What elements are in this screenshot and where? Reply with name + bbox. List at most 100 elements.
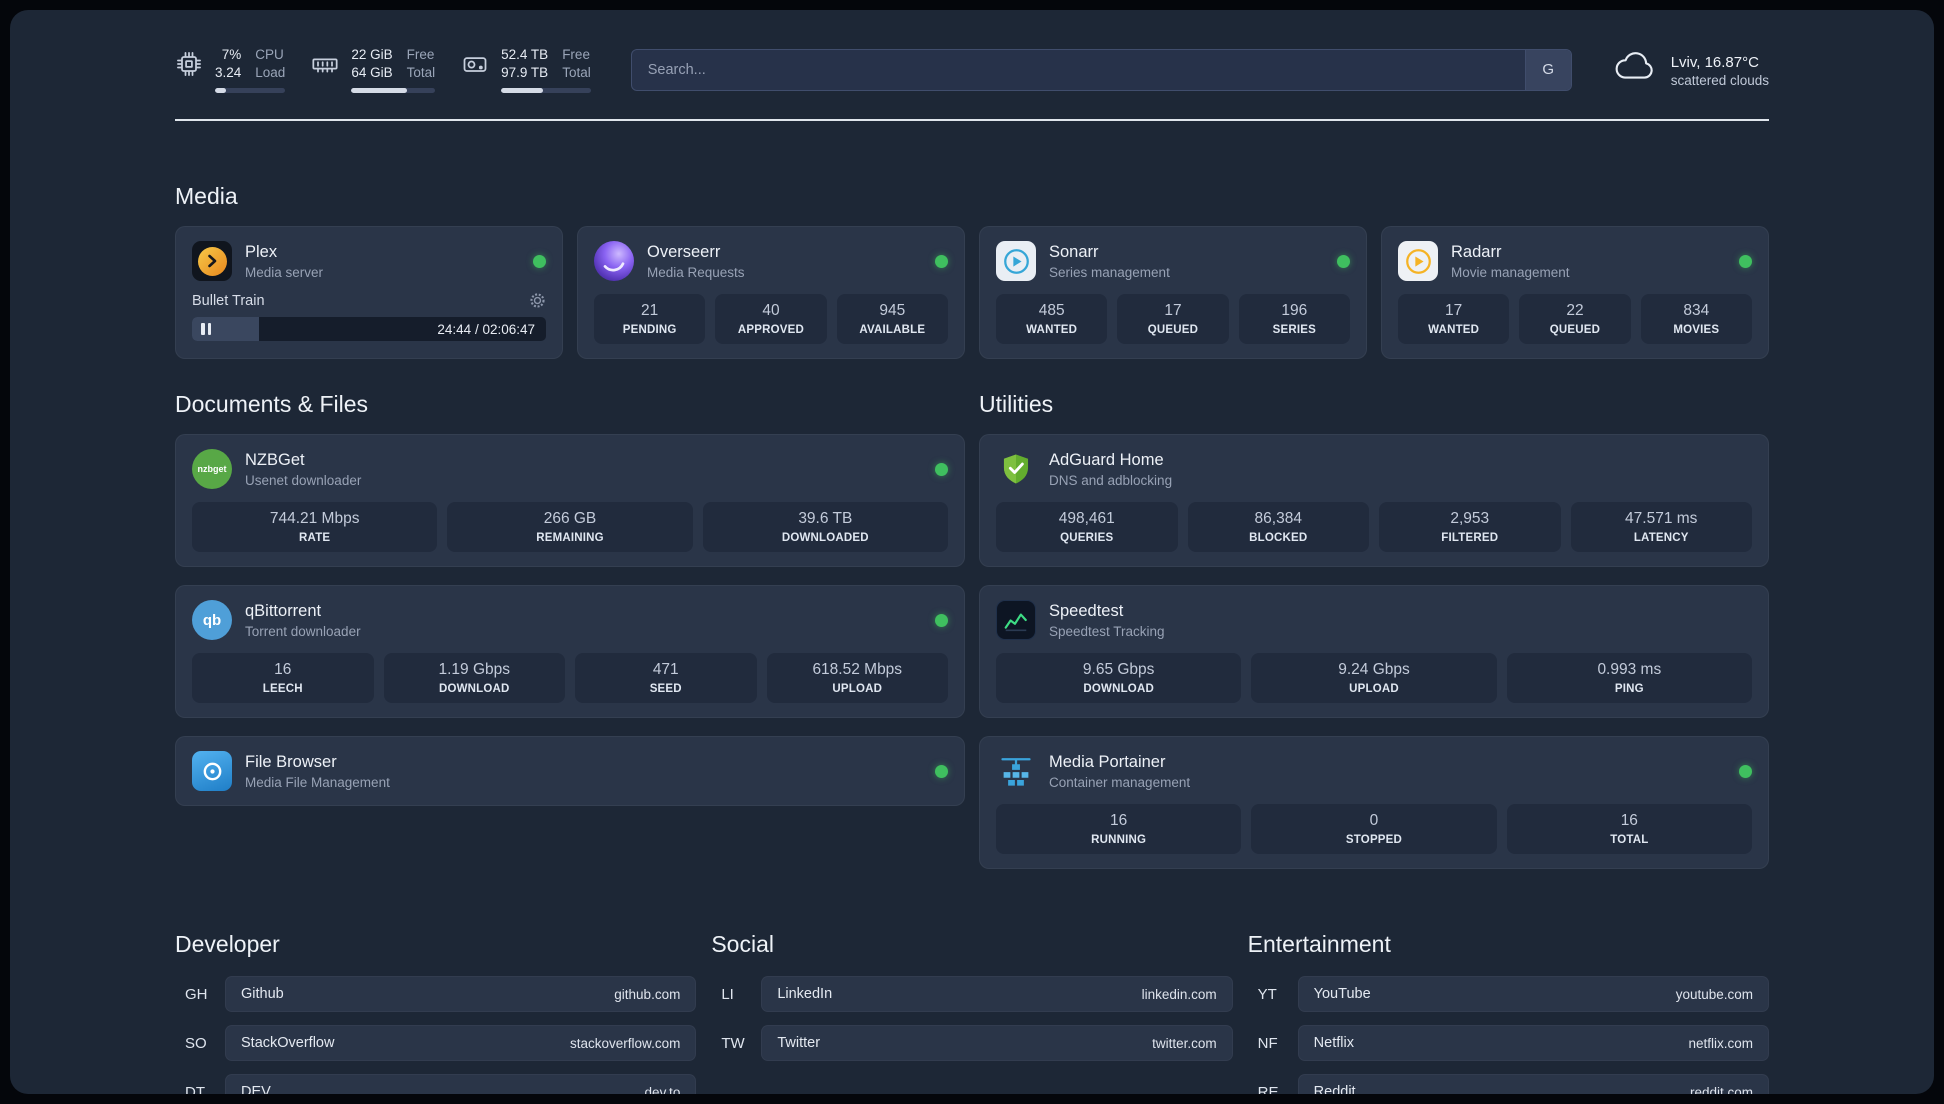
disk-progress-fill — [501, 88, 544, 94]
link-twitter[interactable]: Twitter twitter.com — [761, 1025, 1233, 1062]
app-name: AdGuard Home — [1049, 450, 1164, 469]
social-section-title: Social — [711, 931, 774, 958]
cpu-load-label: Load — [255, 65, 286, 81]
stat-filtered: 2,953 FILTERED — [1379, 502, 1561, 553]
portainer-crane-icon — [996, 751, 1036, 791]
social-links-column: Social LI LinkedIn linkedin.com TW Twitt… — [711, 931, 1233, 1074]
cpu-load-value: 3.24 — [215, 65, 242, 81]
pause-icon — [201, 323, 205, 336]
link-stackoverflow[interactable]: StackOverflow stackoverflow.com — [225, 1025, 697, 1062]
adguard-shield-icon — [996, 449, 1036, 489]
top-bar: 7% 3.24 CPU Load 22 GiB 64 GiB Free Tota… — [175, 10, 1769, 122]
radarr-icon — [1398, 241, 1438, 282]
speedtest-card[interactable]: Speedtest Speedtest Tracking 9.65 Gbps D… — [979, 585, 1769, 719]
stat-download: 9.65 Gbps DOWNLOAD — [996, 653, 1242, 704]
app-description: Series management — [1049, 264, 1170, 280]
disk-progress-bar — [501, 88, 591, 94]
memory-free-value: 22 GiB — [351, 47, 393, 62]
stat-leech: 16 LEECH — [192, 653, 374, 704]
link-github[interactable]: Github github.com — [225, 976, 697, 1013]
app-description: Media server — [245, 264, 324, 280]
media-section-title: Media — [175, 183, 238, 210]
link-row: DT DEV dev.to — [175, 1074, 697, 1094]
link-dev[interactable]: DEV dev.to — [225, 1074, 697, 1094]
online-status-dot — [935, 613, 948, 627]
sonarr-card[interactable]: Sonarr Series management 485 WANTED 17 Q… — [979, 226, 1367, 360]
playback-seekbar[interactable]: 24:44 / 02:06:47 — [192, 317, 546, 342]
stat-remaining: 266 GB REMAINING — [447, 502, 693, 553]
link-row: GH Github github.com — [175, 976, 697, 1013]
now-playing-title: Bullet Train — [192, 292, 265, 309]
pause-button[interactable] — [201, 323, 211, 336]
ram-icon — [311, 50, 339, 83]
link-abbr-twitter: TW — [721, 1034, 745, 1052]
stat-queued: 22 QUEUED — [1519, 294, 1631, 345]
app-description: Usenet downloader — [245, 472, 362, 488]
stat-stopped: 0 STOPPED — [1251, 804, 1497, 855]
disk-free-label: Free — [562, 47, 590, 62]
online-status-dot — [935, 254, 948, 268]
documents-column: Documents & Files nzbget NZBGet Usenet d… — [175, 359, 965, 824]
link-abbr-dev: DT — [185, 1083, 205, 1094]
app-description: Container management — [1049, 774, 1191, 790]
app-description: Movie management — [1451, 264, 1570, 280]
disk-widget: 52.4 TB 97.9 TB Free Total — [461, 46, 591, 94]
weather-widget[interactable]: Lviv, 16.87°C scattered clouds — [1612, 50, 1769, 89]
link-abbr-linkedin: LI — [721, 985, 734, 1003]
link-row: RE Reddit reddit.com — [1248, 1074, 1769, 1094]
gear-icon[interactable] — [529, 292, 546, 309]
link-youtube[interactable]: YouTube youtube.com — [1297, 976, 1769, 1013]
developer-links-column: Developer GH Github github.com SO StackO… — [175, 931, 697, 1094]
app-name: NZBGet — [245, 450, 305, 469]
link-abbr-youtube: YT — [1257, 985, 1277, 1003]
overseerr-card[interactable]: Overseerr Media Requests 21 PENDING 40 A… — [577, 226, 965, 360]
radarr-card[interactable]: Radarr Movie management 17 WANTED 22 QUE… — [1381, 226, 1769, 360]
stat-available: 945 AVAILABLE — [836, 294, 948, 345]
nzbget-card[interactable]: nzbget NZBGet Usenet downloader 744.21 M… — [175, 434, 965, 568]
link-netflix[interactable]: Netflix netflix.com — [1297, 1025, 1769, 1062]
link-linkedin[interactable]: LinkedIn linkedin.com — [761, 976, 1233, 1013]
filebrowser-card[interactable]: File Browser Media File Management — [175, 736, 965, 807]
memory-progress-bar — [351, 88, 436, 94]
stat-wanted: 17 WANTED — [1398, 294, 1510, 345]
link-row: NF Netflix netflix.com — [1248, 1025, 1769, 1062]
link-row: TW Twitter twitter.com — [711, 1025, 1233, 1062]
developer-section-title: Developer — [175, 931, 280, 958]
app-name: Plex — [245, 242, 278, 261]
stat-approved: 40 APPROVED — [715, 294, 827, 345]
search-input[interactable] — [631, 49, 1525, 90]
stat-download: 1.19 Gbps DOWNLOAD — [383, 653, 565, 704]
adguard-card[interactable]: AdGuard Home DNS and adblocking 498,461 … — [979, 434, 1769, 568]
qbittorrent-icon: qb — [192, 600, 232, 641]
online-status-dot — [1337, 254, 1350, 268]
cpu-progress-fill — [215, 88, 226, 94]
app-name: Speedtest — [1049, 601, 1124, 620]
stat-blocked: 86,384 BLOCKED — [1187, 502, 1369, 553]
cpu-label: CPU — [255, 47, 284, 62]
cloud-icon — [1612, 50, 1658, 89]
link-abbr-netflix: NF — [1257, 1034, 1278, 1052]
stat-seed: 471 SEED — [575, 653, 757, 704]
stat-rate: 744.21 Mbps RATE — [192, 502, 438, 553]
disk-total-value: 97.9 TB — [501, 65, 549, 81]
plex-card[interactable]: Plex Media server Bullet Train 24:44 / 0… — [175, 226, 563, 360]
qbittorrent-card[interactable]: qb qBittorrent Torrent downloader 16 LEE… — [175, 585, 965, 719]
app-name: Overseerr — [647, 242, 721, 261]
stat-ping: 0.993 ms PING — [1506, 653, 1752, 704]
app-description: Media Requests — [647, 264, 745, 280]
cpu-widget: 7% 3.24 CPU Load — [175, 46, 286, 94]
memory-total-value: 64 GiB — [351, 65, 393, 81]
app-name: qBittorrent — [245, 601, 322, 620]
portainer-card[interactable]: Media Portainer Container management 16 … — [979, 736, 1769, 870]
stat-downloaded: 39.6 TB DOWNLOADED — [702, 502, 948, 553]
app-description: Speedtest Tracking — [1049, 623, 1165, 639]
search-engine-button[interactable]: G — [1524, 49, 1571, 90]
app-description: Torrent downloader — [245, 623, 361, 639]
stat-queries: 498,461 QUERIES — [996, 502, 1178, 553]
online-status-dot — [935, 462, 948, 476]
cpu-icon — [175, 50, 203, 83]
system-stats-group: 7% 3.24 CPU Load 22 GiB 64 GiB Free Tota… — [175, 46, 591, 94]
memory-progress-fill — [351, 88, 407, 94]
link-reddit[interactable]: Reddit reddit.com — [1297, 1074, 1769, 1094]
sonarr-icon — [996, 241, 1036, 282]
